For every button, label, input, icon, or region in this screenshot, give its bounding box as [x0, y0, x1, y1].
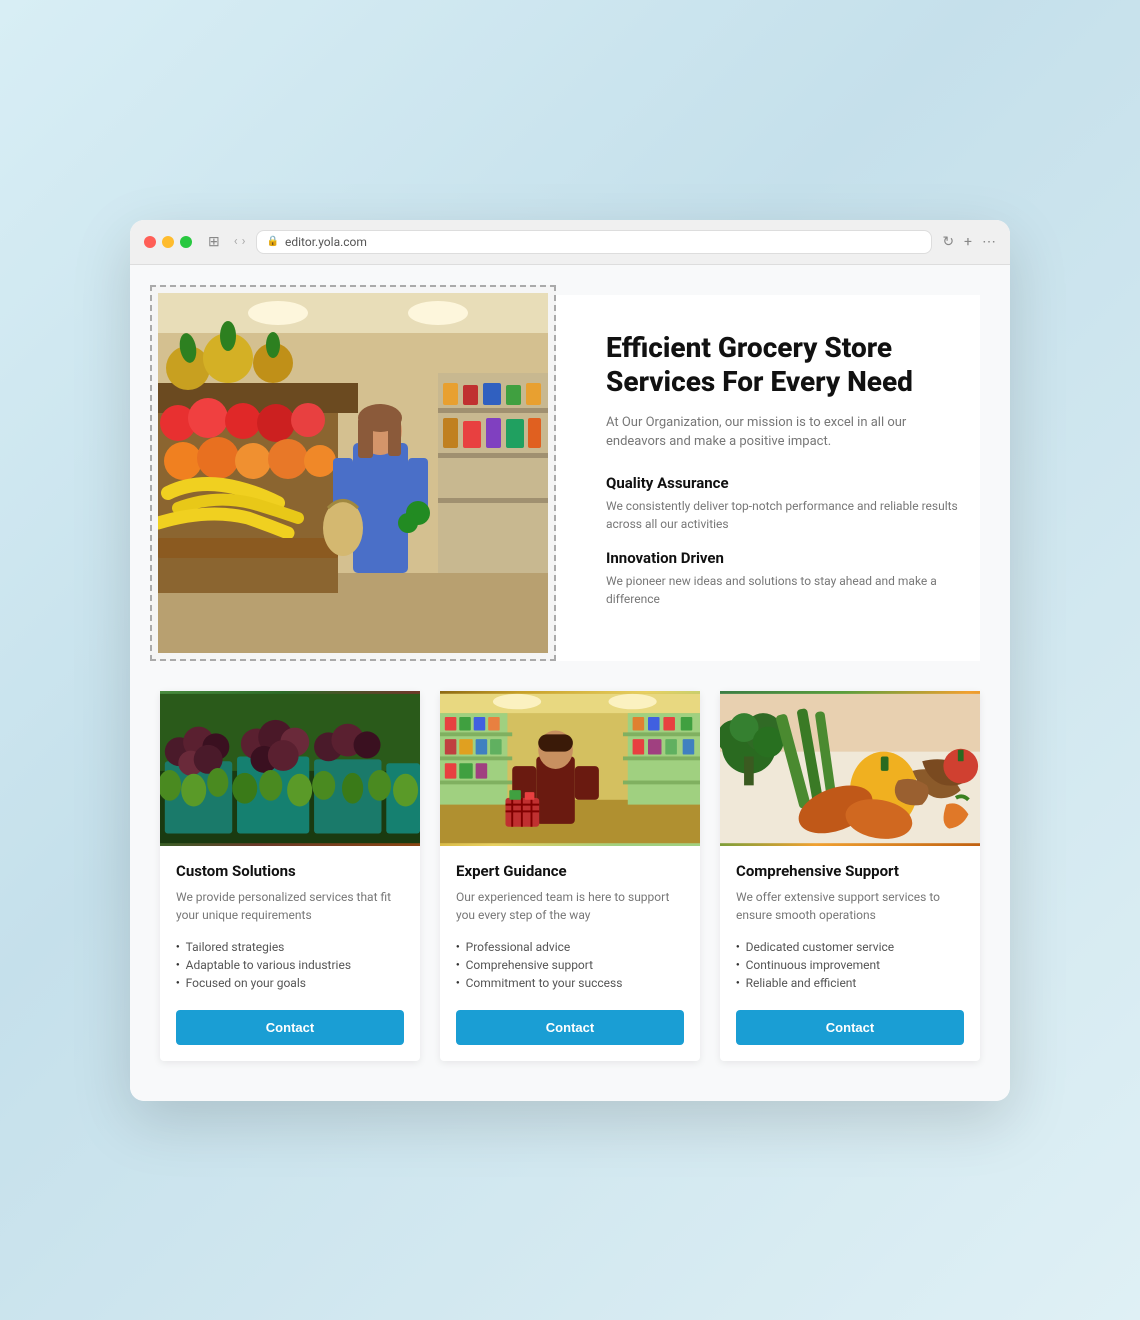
- browser-actions: ↻ + ⋯: [942, 234, 996, 250]
- hero-market-image: [158, 293, 548, 653]
- card-comprehensive-support-desc: We offer extensive support services to e…: [736, 888, 964, 924]
- hero-image-wrapper: [160, 295, 556, 661]
- traffic-light-green[interactable]: [180, 236, 192, 248]
- feature-quality-title: Quality Assurance: [606, 474, 960, 492]
- list-item: Dedicated customer service: [736, 938, 964, 956]
- feature-innovation-desc: We pioneer new ideas and solutions to st…: [606, 572, 960, 608]
- list-item: Adaptable to various industries: [176, 956, 404, 974]
- hero-title: Efficient Grocery Store Services For Eve…: [606, 331, 960, 398]
- card-expert-guidance-title: Expert Guidance: [456, 862, 684, 880]
- sidebar-icon[interactable]: ⊞: [208, 234, 220, 250]
- browser-window: ⊞ ‹ › 🔒 editor.yola.com ↻ + ⋯: [130, 220, 1010, 1101]
- list-item: Tailored strategies: [176, 938, 404, 956]
- card-expert-guidance-desc: Our experienced team is here to support …: [456, 888, 684, 924]
- contact-button-3[interactable]: Contact: [736, 1010, 964, 1045]
- feature-quality: Quality Assurance We consistently delive…: [606, 474, 960, 533]
- card-figs-image: [160, 691, 420, 846]
- card-custom-solutions: Custom Solutions We provide personalized…: [160, 691, 420, 1061]
- more-icon[interactable]: ⋯: [982, 234, 996, 250]
- traffic-light-yellow[interactable]: [162, 236, 174, 248]
- list-item: Comprehensive support: [456, 956, 684, 974]
- list-item: Commitment to your success: [456, 974, 684, 992]
- page-content: Efficient Grocery Store Services For Eve…: [130, 265, 1010, 1101]
- list-item: Professional advice: [456, 938, 684, 956]
- forward-button[interactable]: ›: [242, 234, 246, 249]
- card-expert-guidance-body: Expert Guidance Our experienced team is …: [440, 846, 700, 1061]
- address-bar[interactable]: 🔒 editor.yola.com: [256, 230, 933, 254]
- contact-button-2[interactable]: Contact: [456, 1010, 684, 1045]
- contact-button-1[interactable]: Contact: [176, 1010, 404, 1045]
- hero-text: Efficient Grocery Store Services For Eve…: [596, 311, 980, 643]
- add-tab-icon[interactable]: +: [964, 234, 972, 250]
- hero-subtitle: At Our Organization, our mission is to e…: [606, 413, 960, 452]
- card-comprehensive-support-title: Comprehensive Support: [736, 862, 964, 880]
- url-text: editor.yola.com: [285, 235, 367, 249]
- card-custom-solutions-title: Custom Solutions: [176, 862, 404, 880]
- card-comprehensive-support-body: Comprehensive Support We offer extensive…: [720, 846, 980, 1061]
- card-store-image: [440, 691, 700, 846]
- hero-section: Efficient Grocery Store Services For Eve…: [160, 295, 980, 661]
- card-comprehensive-support: Comprehensive Support We offer extensive…: [720, 691, 980, 1061]
- feature-quality-desc: We consistently deliver top-notch perfor…: [606, 497, 960, 533]
- card-veggies-image: [720, 691, 980, 846]
- list-item: Continuous improvement: [736, 956, 964, 974]
- list-item: Reliable and efficient: [736, 974, 964, 992]
- lock-icon: 🔒: [267, 236, 279, 247]
- card-custom-solutions-desc: We provide personalized services that fi…: [176, 888, 404, 924]
- feature-innovation-title: Innovation Driven: [606, 549, 960, 567]
- card-custom-solutions-list: Tailored strategies Adaptable to various…: [176, 938, 404, 992]
- hero-image-dashed-border: [150, 285, 556, 661]
- list-item: Focused on your goals: [176, 974, 404, 992]
- cards-section: Custom Solutions We provide personalized…: [160, 691, 980, 1061]
- feature-innovation: Innovation Driven We pioneer new ideas a…: [606, 549, 960, 608]
- card-expert-guidance: Expert Guidance Our experienced team is …: [440, 691, 700, 1061]
- traffic-lights: [144, 236, 192, 248]
- browser-chrome: ⊞ ‹ › 🔒 editor.yola.com ↻ + ⋯: [130, 220, 1010, 265]
- back-button[interactable]: ‹: [234, 234, 238, 249]
- card-custom-solutions-body: Custom Solutions We provide personalized…: [160, 846, 420, 1061]
- card-expert-guidance-list: Professional advice Comprehensive suppor…: [456, 938, 684, 992]
- traffic-light-red[interactable]: [144, 236, 156, 248]
- share-icon[interactable]: ↻: [942, 234, 954, 250]
- nav-arrows: ‹ ›: [234, 234, 246, 249]
- card-comprehensive-support-list: Dedicated customer service Continuous im…: [736, 938, 964, 992]
